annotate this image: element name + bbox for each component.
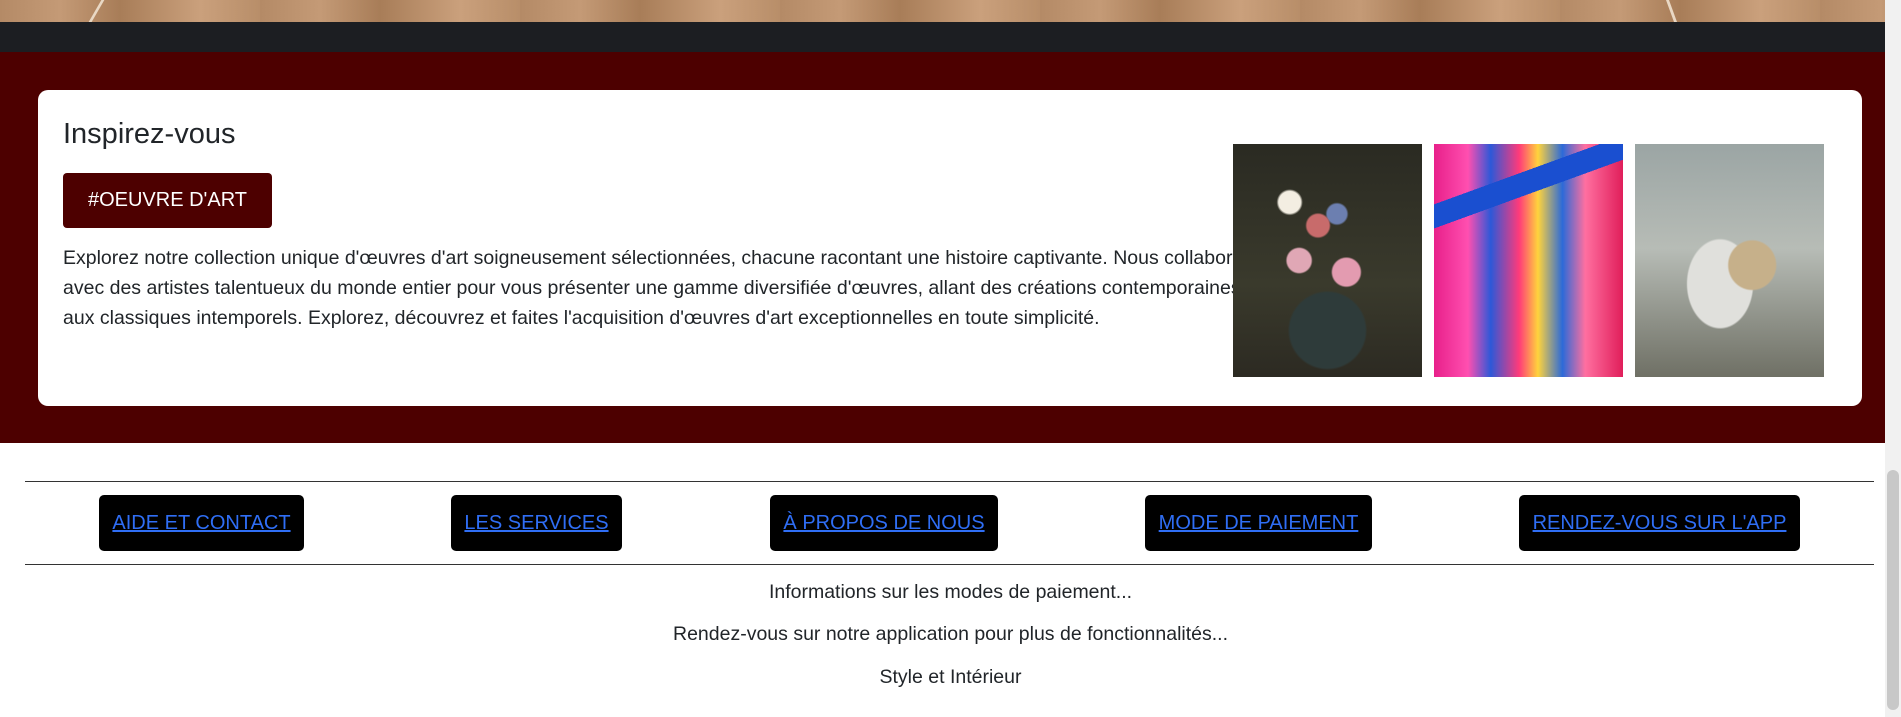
inspire-description: Explorez notre collection unique d'œuvre… — [63, 247, 1264, 329]
help-contact-button[interactable]: AIDE ET CONTACT — [99, 495, 304, 551]
floral-still-life-image[interactable] — [1233, 144, 1422, 377]
inspire-section: Inspirez-vous #OEUVRE D'ART Explorez not… — [0, 52, 1901, 443]
sailing-ship-painting-image[interactable] — [1635, 144, 1824, 377]
go-to-app-button[interactable]: RENDEZ-VOUS SUR L'APP — [1519, 495, 1800, 551]
footer-divider-bottom — [25, 564, 1874, 565]
inspire-card: Inspirez-vous #OEUVRE D'ART Explorez not… — [38, 90, 1862, 406]
artwork-tag-button[interactable]: #OEUVRE D'ART — [63, 173, 272, 228]
footer-payment-info: Informations sur les modes de paiement..… — [768, 581, 1133, 603]
payment-mode-button[interactable]: MODE DE PAIEMENT — [1145, 495, 1372, 551]
hero-image-strip — [0, 0, 1901, 22]
scrollbar-thumb[interactable] — [1887, 470, 1899, 710]
abstract-painting-image[interactable] — [1434, 144, 1623, 377]
dark-separator-band — [0, 22, 1901, 52]
services-button[interactable]: LES SERVICES — [451, 495, 622, 551]
inspire-title: Inspirez-vous — [63, 118, 236, 150]
footer-app-info: Rendez-vous sur notre application pour p… — [673, 623, 1228, 645]
page-scrollbar[interactable] — [1885, 0, 1901, 717]
wood-seam — [1665, 0, 1678, 22]
footer-divider-top — [25, 481, 1874, 482]
wood-seam — [88, 0, 105, 22]
footer-style-interior: Style et Intérieur — [879, 666, 1022, 688]
about-us-button[interactable]: À PROPOS DE NOUS — [770, 495, 998, 551]
